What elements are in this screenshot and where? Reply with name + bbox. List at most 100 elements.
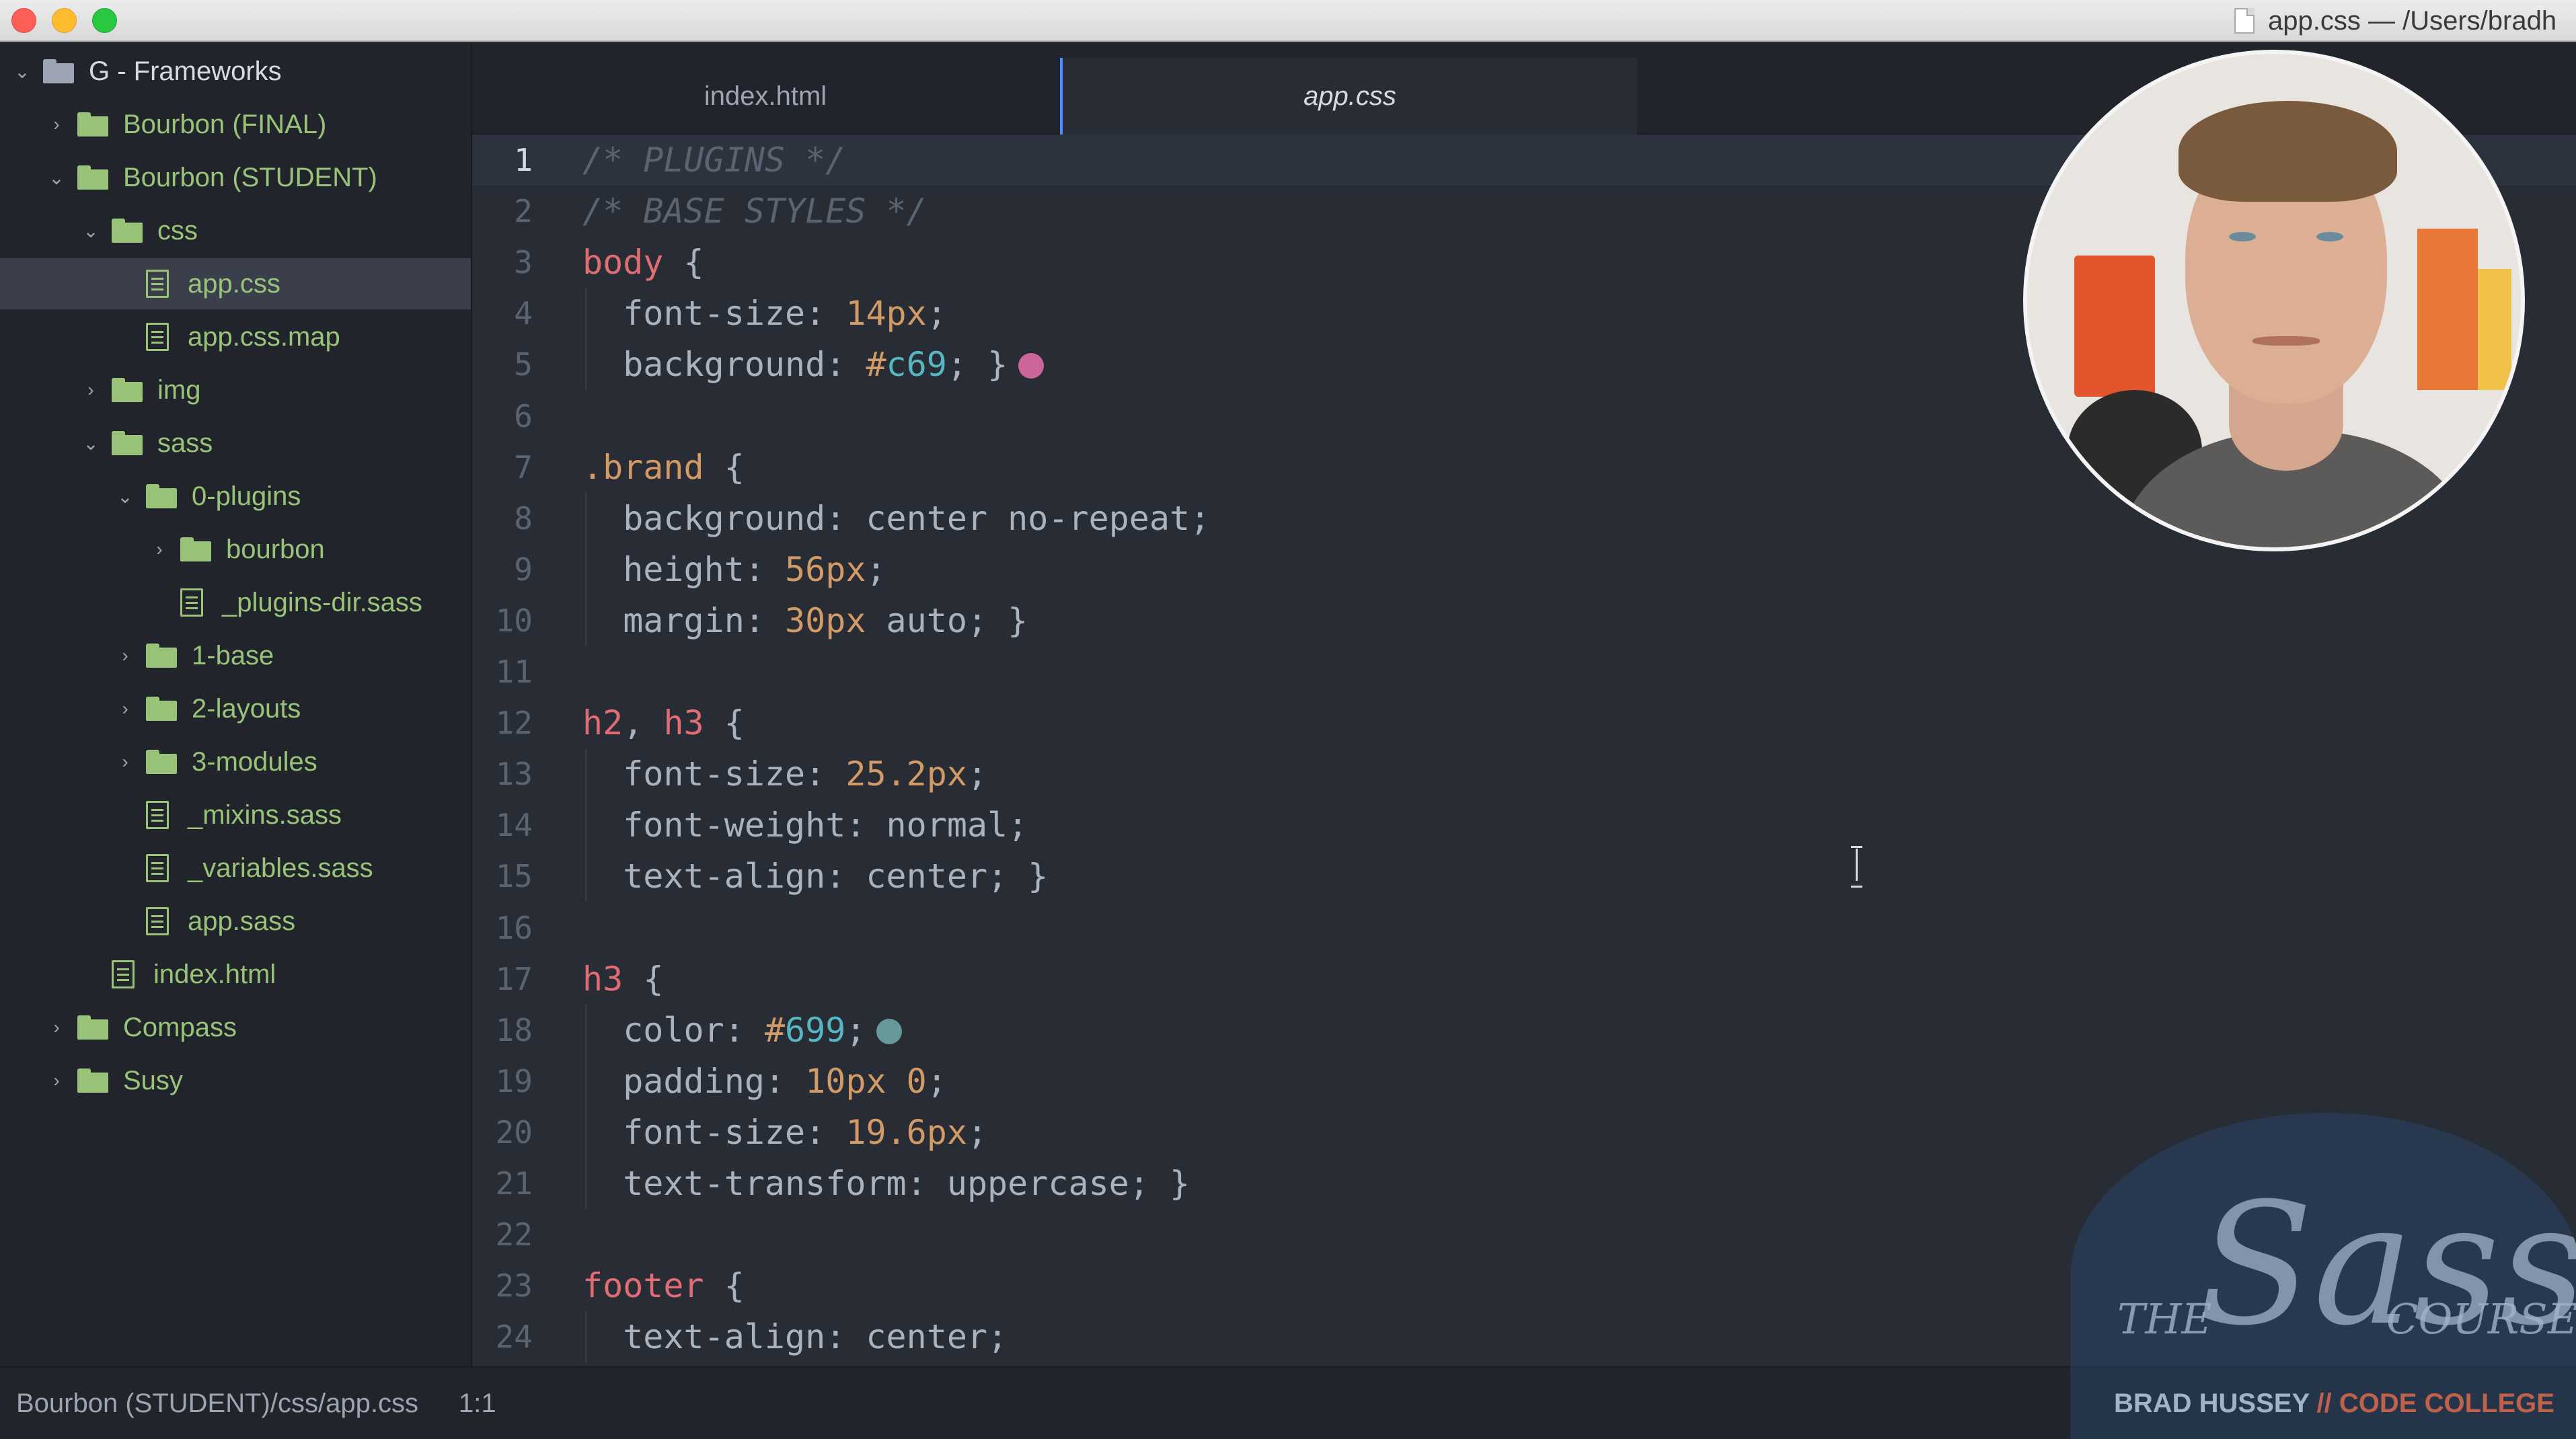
tree-file[interactable]: _variables.sass <box>0 843 471 894</box>
tree-folder[interactable]: › Susy <box>0 1055 471 1106</box>
tree-folder[interactable]: › bourbon <box>0 524 471 575</box>
chevron-right-icon[interactable]: › <box>114 750 137 773</box>
zoom-window-button[interactable] <box>92 8 117 33</box>
code-line[interactable]: font-size: 25.2px; <box>582 748 987 800</box>
chevron-right-icon[interactable]: › <box>148 538 171 561</box>
minimize-window-button[interactable] <box>52 8 77 33</box>
code-token: { <box>663 243 704 282</box>
code-line[interactable]: .brand { <box>582 442 745 493</box>
indent-guide <box>585 288 586 391</box>
chevron-down-icon[interactable]: ⌄ <box>114 485 137 508</box>
line-number: 17 <box>495 960 533 997</box>
indent-guide <box>585 1311 586 1363</box>
chevron-down-icon[interactable]: ⌄ <box>11 60 34 83</box>
code-line[interactable]: text-transform: uppercase; } <box>582 1158 1190 1209</box>
file-text-icon <box>146 801 169 829</box>
presenter-hair <box>2179 101 2397 202</box>
file-text-icon <box>112 960 135 988</box>
tree-folder[interactable]: ⌄ 0-plugins <box>0 471 471 522</box>
tree-item-label: Compass <box>123 1012 237 1042</box>
line-number: 11 <box>495 654 533 690</box>
code-line[interactable]: font-size: 19.6px; <box>582 1107 987 1158</box>
tree-folder[interactable]: › Bourbon (FINAL) <box>0 99 471 150</box>
folder-icon <box>77 112 108 137</box>
code-token: # <box>764 1010 786 1050</box>
tree-folder[interactable]: › 1-base <box>0 630 471 681</box>
tree-item-label: bourbon <box>226 534 325 564</box>
code-line[interactable]: background: center no-repeat; <box>582 493 1210 544</box>
close-window-button[interactable] <box>11 8 36 33</box>
code-token: 10px <box>805 1061 886 1101</box>
tree-file[interactable]: app.css <box>0 258 471 309</box>
chevron-right-icon[interactable]: › <box>45 1069 68 1092</box>
code-line[interactable]: footer { <box>582 1260 745 1311</box>
code-line[interactable]: /* BASE STYLES */ <box>582 186 927 237</box>
tree-folder[interactable]: › 3-modules <box>0 736 471 787</box>
tree-folder[interactable]: › img <box>0 364 471 416</box>
code-token: { <box>704 703 745 743</box>
code-line[interactable]: background: #c69; } <box>582 339 1045 390</box>
code-token: padding: <box>582 1061 806 1101</box>
chevron-down-icon[interactable]: ⌄ <box>79 219 102 242</box>
tree-file[interactable]: app.sass <box>0 896 471 947</box>
code-line[interactable]: margin: 30px auto; } <box>582 595 1028 646</box>
file-text-icon <box>146 270 169 298</box>
code-token: /* BASE STYLES */ <box>582 192 927 231</box>
code-token: 25.2px <box>845 754 967 794</box>
line-number: 5 <box>514 346 533 383</box>
chevron-right-icon[interactable]: › <box>79 379 102 401</box>
code-line[interactable]: padding: 10px 0; <box>582 1056 947 1107</box>
chevron-right-icon[interactable]: › <box>45 1016 68 1039</box>
line-number: 9 <box>514 551 533 588</box>
line-number: 22 <box>495 1216 533 1253</box>
tree-item-label: sass <box>157 428 213 458</box>
chevron-down-icon[interactable]: ⌄ <box>79 432 102 455</box>
tree-file[interactable]: _plugins-dir.sass <box>0 577 471 628</box>
tree-file[interactable]: app.css.map <box>0 311 471 362</box>
chevron-down-icon[interactable]: ⌄ <box>45 166 68 189</box>
line-number: 4 <box>514 295 533 332</box>
tree-file[interactable]: _mixins.sass <box>0 789 471 841</box>
code-line[interactable]: font-size: 14px; <box>582 288 947 339</box>
code-line[interactable]: /* PLUGINS */ <box>582 134 845 186</box>
status-file-path[interactable]: Bourbon (STUDENT)/css/app.css <box>16 1389 418 1419</box>
code-line[interactable]: h2, h3 { <box>582 697 745 748</box>
chevron-right-icon[interactable]: › <box>45 113 68 136</box>
tree-folder[interactable]: ⌄ sass <box>0 418 471 469</box>
code-line[interactable]: h3 { <box>582 954 663 1005</box>
tab-index-html[interactable]: index.html <box>472 58 1059 134</box>
status-cursor-position[interactable]: 1:1 <box>459 1389 496 1419</box>
code-token: ; <box>926 1061 947 1101</box>
tree-folder[interactable]: › Compass <box>0 1002 471 1053</box>
tree-folder[interactable]: ⌄ css <box>0 205 471 256</box>
code-token: text-transform: uppercase; } <box>582 1164 1190 1203</box>
tree-folder[interactable]: ⌄ G - Frameworks <box>0 46 471 97</box>
tree-folder[interactable]: ⌄ Bourbon (STUDENT) <box>0 152 471 203</box>
logo-author: BRAD HUSSEY <box>2114 1389 2310 1418</box>
folder-icon <box>77 1068 108 1093</box>
chevron-right-icon[interactable]: › <box>114 697 137 720</box>
color-swatch-icon[interactable] <box>876 1018 903 1044</box>
code-line[interactable]: text-align: center; <box>582 1311 1008 1362</box>
code-line[interactable]: font-weight: normal; <box>582 800 1028 851</box>
tree-file[interactable]: index.html <box>0 949 471 1000</box>
code-line[interactable]: color: #699; <box>582 1005 903 1056</box>
code-token: auto; } <box>866 600 1028 640</box>
window-title: app.css — /Users/bradh <box>2234 0 2556 42</box>
code-line[interactable]: body { <box>582 237 704 288</box>
window-title-text: app.css — /Users/bradh <box>2268 5 2557 36</box>
logo-the-text: THE <box>2117 1294 2212 1344</box>
line-number: 21 <box>495 1165 533 1202</box>
document-icon <box>2234 8 2255 34</box>
chevron-right-icon[interactable]: › <box>114 644 137 667</box>
file-text-icon <box>180 588 203 617</box>
tab-app-css[interactable]: app.css <box>1060 58 1637 134</box>
tree-item-label: 3-modules <box>192 746 317 777</box>
presenter-mouth <box>2252 336 2320 346</box>
code-line[interactable]: height: 56px; <box>582 544 886 595</box>
line-number: 18 <box>495 1011 533 1048</box>
code-token: 14px <box>845 294 927 334</box>
tree-folder[interactable]: › 2-layouts <box>0 683 471 734</box>
color-swatch-icon[interactable] <box>1018 353 1045 379</box>
code-line[interactable]: text-align: center; } <box>582 851 1048 902</box>
